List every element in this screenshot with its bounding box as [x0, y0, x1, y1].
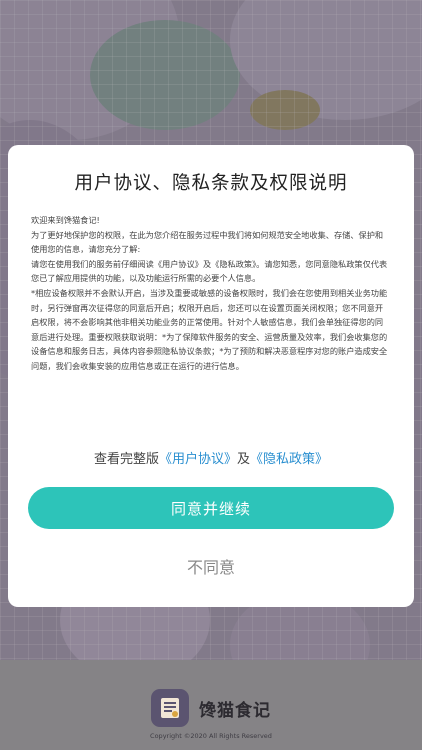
dialog-body[interactable]: 欢迎来到馋猫食记! 为了更好地保护您的权限，在此为您介绍在服务过程中我们将如何规…	[31, 213, 391, 374]
links-prefix: 查看完整版	[93, 452, 159, 467]
welcome-text: 欢迎来到馋猫食记!	[31, 215, 100, 225]
privacy-policy-link[interactable]: 《隐私政策》	[250, 452, 328, 467]
policy-links-line: 查看完整版《用户协议》及《隐私政策》	[8, 448, 414, 467]
intro-text: 为了更好地保护您的权限，在此为您介绍在服务过程中我们将如何规范安全地收集、存储、…	[31, 229, 384, 255]
dialog-title: 用户协议、隐私条款及权限说明	[74, 173, 348, 194]
app-name: 馋猫食记	[199, 700, 271, 721]
brand-row: 馋猫食记	[0, 688, 422, 728]
disagree-button[interactable]: 不同意	[161, 551, 261, 581]
copyright-text: Copyright ©2020 All Rights Reserved	[150, 732, 272, 740]
agreement-notice-text: 请您在使用我们的服务前仔细阅读《用户协议》及《隐私政策》。请您知悉，您同意隐私政…	[31, 258, 388, 284]
user-agreement-link[interactable]: 《用户协议》	[159, 452, 237, 467]
links-and: 及	[237, 452, 251, 467]
permissions-text: *相应设备权限并不会默认开启，当涉及重要或敏感的设备权限时，我们会在您使用到相关…	[31, 287, 388, 371]
agree-continue-button[interactable]: 同意并继续	[28, 487, 394, 529]
privacy-dialog: 用户协议、隐私条款及权限说明 欢迎来到馋猫食记! 为了更好地保护您的权限，在此为…	[8, 145, 414, 607]
cat-notebook-icon	[151, 689, 189, 727]
